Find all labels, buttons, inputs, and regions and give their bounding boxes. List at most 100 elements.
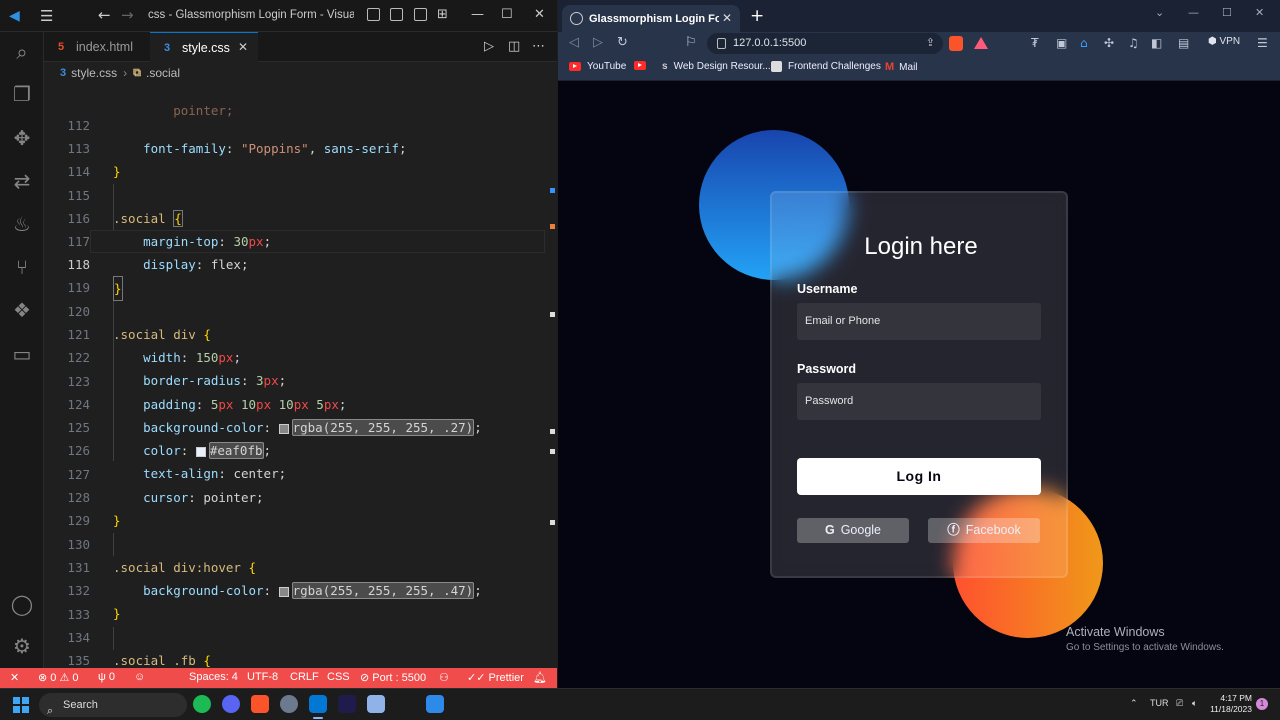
- bookmark-icon[interactable]: ⚐: [685, 35, 697, 50]
- menu-hamburger-icon[interactable]: ☰: [40, 7, 53, 25]
- windows-start-icon[interactable]: [13, 697, 29, 713]
- encoding-status[interactable]: UTF-8: [247, 671, 278, 683]
- share-icon[interactable]: ⇪: [926, 33, 935, 54]
- code-line: 113 }: [67, 141, 121, 179]
- explorer-icon[interactable]: ❐: [10, 82, 34, 106]
- brave-rewards-icon[interactable]: [974, 37, 988, 49]
- toggle-sidebar-icon[interactable]: [367, 8, 380, 21]
- maximize-icon[interactable]: ☐: [501, 7, 513, 22]
- site-info-icon[interactable]: [717, 38, 726, 49]
- feedback-icon[interactable]: ☺: [134, 671, 145, 683]
- more-actions-icon[interactable]: ⋯: [532, 39, 545, 54]
- eol-status[interactable]: CRLF: [290, 671, 319, 683]
- tab-index-html[interactable]: 5 index.html: [44, 32, 150, 62]
- photos-icon[interactable]: [367, 695, 385, 713]
- maximize-icon[interactable]: ☐: [1222, 6, 1232, 19]
- close-tab-icon[interactable]: ✕: [238, 40, 248, 54]
- ports-indicator[interactable]: ψ 0: [98, 671, 115, 683]
- vpn-button[interactable]: ⬢ VPN: [1208, 36, 1240, 47]
- wallet-icon[interactable]: ▤: [1178, 36, 1189, 50]
- username-input[interactable]: Email or Phone: [797, 303, 1041, 340]
- taskbar-search[interactable]: ⌕ Search: [39, 693, 187, 717]
- extension-icon[interactable]: ₮: [1031, 36, 1039, 50]
- accounts-icon[interactable]: ◯: [10, 592, 34, 616]
- run-icon[interactable]: ▷: [484, 39, 494, 54]
- split-editor-icon[interactable]: ◫: [508, 39, 520, 54]
- google-button[interactable]: G Google: [797, 518, 909, 543]
- minimize-icon[interactable]: —: [471, 7, 484, 22]
- address-bar[interactable]: 127.0.0.1:5500 ⇪: [707, 33, 943, 54]
- brave-browser-icon[interactable]: [251, 695, 269, 713]
- password-input[interactable]: Password: [797, 383, 1041, 420]
- settings-icon[interactable]: [280, 695, 298, 713]
- bookmark-web-design[interactable]: s Web Design Resour...: [662, 61, 771, 72]
- menu-icon[interactable]: ☰: [1257, 36, 1268, 50]
- discord-icon[interactable]: [222, 695, 240, 713]
- tray-chevron-up-icon[interactable]: ⌃: [1130, 698, 1138, 709]
- gmail-icon: M: [885, 61, 895, 73]
- code-editor[interactable]: pointer; 112 font-family: "Poppins", san…: [44, 84, 557, 668]
- nav-forward-icon[interactable]: →: [121, 6, 134, 24]
- reload-icon[interactable]: ↻: [617, 35, 628, 50]
- extensions-icon[interactable]: ✥: [10, 126, 34, 150]
- live-server-port[interactable]: ⊘ Port : 5500: [360, 671, 426, 684]
- extension-icon[interactable]: ⌂: [1080, 36, 1088, 50]
- code-line: 136 }: [44, 649, 544, 668]
- tab-search-chevron-down-icon[interactable]: ⌄: [1155, 6, 1164, 19]
- input-language[interactable]: TUR: [1150, 698, 1169, 708]
- minimize-icon[interactable]: —: [1188, 6, 1199, 19]
- code-line: 119: [67, 280, 90, 295]
- prettier-status[interactable]: ✓✓ Prettier: [467, 671, 524, 684]
- remote-explorer-icon[interactable]: ♨: [10, 212, 34, 236]
- extension-icon[interactable]: ▣: [1056, 36, 1067, 50]
- source-control-icon[interactable]: ⑂: [10, 255, 34, 279]
- system-clock[interactable]: 4:17 PM 11/18/2023: [1208, 693, 1252, 715]
- comments-icon[interactable]: ▭: [10, 342, 34, 366]
- settings-gear-icon[interactable]: ⚙: [10, 634, 34, 658]
- facebook-button[interactable]: ⓕ Facebook: [928, 518, 1040, 543]
- premiere-pro-icon[interactable]: [338, 695, 356, 713]
- vscode-taskbar-icon[interactable]: [309, 695, 327, 713]
- nav-back-icon[interactable]: ←: [98, 6, 111, 24]
- forward-icon[interactable]: ▷: [593, 35, 603, 50]
- login-button[interactable]: Log In: [797, 458, 1041, 495]
- media-controls-icon[interactable]: ♫: [1128, 36, 1139, 50]
- code-line: 126 text-align: center;: [67, 443, 287, 481]
- tab-style-css[interactable]: 3 style.css ✕: [150, 32, 258, 62]
- broadcast-icon[interactable]: ⚇: [439, 671, 449, 684]
- bookmark-youtube[interactable]: YouTube: [569, 61, 626, 72]
- search-icon[interactable]: ⌕: [10, 40, 34, 64]
- customize-layout-icon[interactable]: ⊞: [437, 7, 448, 22]
- bookmark-mail[interactable]: M Mail: [885, 61, 918, 73]
- new-tab-icon[interactable]: +: [750, 6, 764, 26]
- bookmark-youtube-2[interactable]: [634, 61, 652, 70]
- bookmark-frontend-challenges[interactable]: Frontend Challenges: [771, 61, 881, 72]
- extensions-puzzle-icon[interactable]: ✣: [1104, 36, 1114, 50]
- language-mode-status[interactable]: CSS: [327, 671, 350, 683]
- problems-indicator[interactable]: ⊗ 0 ⚠ 0: [38, 671, 79, 684]
- remote-indicator-icon[interactable]: ✕: [10, 671, 19, 684]
- toggle-secondary-sidebar-icon[interactable]: [414, 8, 427, 21]
- brave-shields-icon[interactable]: [949, 36, 963, 51]
- app-icon[interactable]: [426, 695, 444, 713]
- search-icon: ⌕: [47, 705, 54, 717]
- close-tab-icon[interactable]: ✕: [722, 11, 732, 25]
- breadcrumb-file[interactable]: style.css: [71, 66, 117, 80]
- browser-tab[interactable]: Glassmorphism Login Form in HTML ✕: [562, 5, 740, 32]
- google-icon: G: [824, 523, 835, 537]
- close-window-icon[interactable]: ✕: [534, 7, 545, 22]
- back-icon[interactable]: ◁: [569, 35, 579, 50]
- css3-icon: 3: [163, 41, 171, 54]
- network-icon[interactable]: ⎚: [1176, 698, 1183, 709]
- indentation-status[interactable]: Spaces: 4: [189, 671, 238, 683]
- close-window-icon[interactable]: ✕: [1255, 6, 1264, 19]
- breadcrumb-symbol[interactable]: .social: [146, 66, 180, 80]
- notification-badge[interactable]: 1: [1256, 698, 1268, 710]
- vscode-titlebar: ◀ ☰ ← → css - Glassmorphism Login Form -…: [0, 0, 557, 32]
- sidebar-icon[interactable]: ◧: [1151, 36, 1162, 50]
- notifications-bell-icon[interactable]: 🔔︎: [533, 671, 547, 684]
- live-share-icon[interactable]: ⇄: [10, 169, 34, 193]
- figma-icon[interactable]: ❖: [10, 298, 34, 322]
- toggle-panel-icon[interactable]: [390, 8, 403, 21]
- spotify-icon[interactable]: [193, 695, 211, 713]
